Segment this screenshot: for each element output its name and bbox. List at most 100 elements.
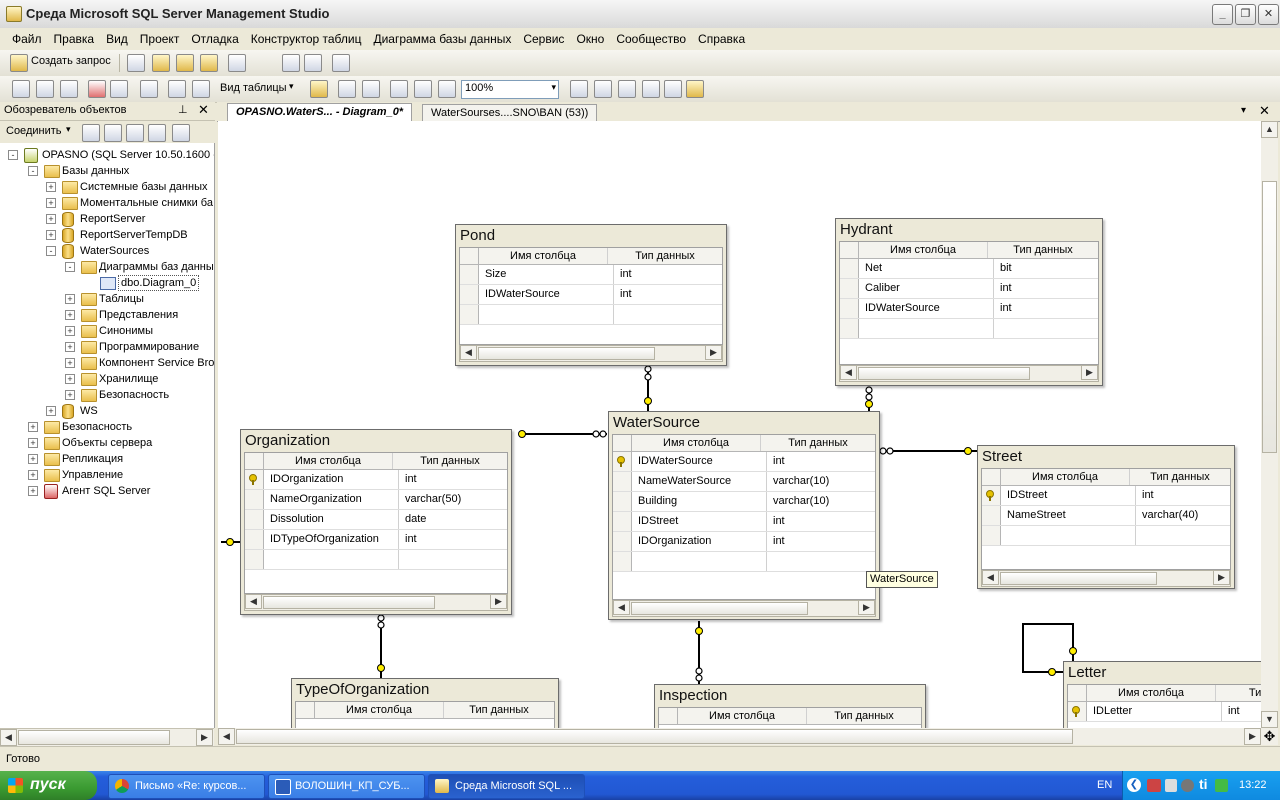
table-row[interactable] [245,550,507,570]
table-hydrant[interactable]: Hydrant Имя столбца Тип данных Net bit Cal… [835,218,1103,386]
expand-icon[interactable]: + [65,342,75,352]
column-grid[interactable]: Имя столбца Тип данных [295,701,555,728]
table-row[interactable]: IDStreet int [982,486,1230,506]
add-label-icon[interactable] [390,80,408,98]
properties-icon[interactable] [686,80,704,98]
autosize-icon[interactable] [310,80,328,98]
tree-node[interactable]: + ReportServerTempDB [0,227,214,243]
query-dmx-icon[interactable] [176,54,194,72]
table-hscroll[interactable]: ◀ ▶ [981,570,1231,587]
chevron-down-icon[interactable]: ▾ [1241,105,1246,116]
set-key-icon[interactable] [168,80,186,98]
tree-node[interactable]: - OPASNO (SQL Server 10.50.1600 - [0,147,214,163]
table-row[interactable]: IDWaterSource int [840,299,1098,319]
table-row[interactable] [840,319,1098,339]
table-row[interactable]: IDStreet int [613,512,875,532]
expand-icon[interactable]: + [46,214,56,224]
menu-help[interactable]: Справка [692,29,751,49]
check-constraints-icon[interactable] [664,80,682,98]
tree-node[interactable]: + Хранилище [0,371,214,387]
expand-icon[interactable]: + [65,390,75,400]
connect-icon[interactable] [82,124,100,142]
column-grid[interactable]: Имя столбца Тип данных IDWaterSource int N… [612,434,876,600]
tab-query[interactable]: WaterSourses....SNO\BAN (53)) [422,104,598,121]
chevron-down-icon[interactable]: ▾ [551,82,556,93]
menu-db-diagram[interactable]: Диаграмма базы данных [367,29,517,49]
xml-index-icon[interactable] [642,80,660,98]
table-row[interactable] [460,305,722,325]
expand-icon[interactable]: + [28,454,38,464]
collapse-icon[interactable]: - [65,262,75,272]
manage-index-icon[interactable] [438,80,456,98]
expand-icon[interactable]: + [65,326,75,336]
collapse-icon[interactable]: - [46,246,56,256]
query-mdx-icon[interactable] [152,54,170,72]
save-icon[interactable] [282,54,300,72]
table-row[interactable]: Size int [460,265,722,285]
tree-node[interactable]: dbo.Diagram_0 [0,275,214,291]
fulltext-icon[interactable] [618,80,636,98]
ti-icon[interactable]: ti [1199,776,1208,792]
table-row[interactable]: Building varchar(10) [613,492,875,512]
table-row[interactable]: Net bit [840,259,1098,279]
tray-arrow-icon[interactable]: ❮ [1127,778,1141,792]
menu-tools[interactable]: Сервис [517,29,570,49]
chevron-down-icon[interactable]: ▾ [66,124,71,135]
tree-node[interactable]: - Диаграммы баз данны [0,259,214,275]
expand-icon[interactable]: + [46,406,56,416]
collapse-icon[interactable]: - [28,166,38,176]
chevron-down-icon[interactable]: ▾ [289,81,294,92]
disconnect-icon[interactable] [104,124,122,142]
move-icon[interactable]: ✥ [1261,728,1278,745]
network-icon[interactable] [1147,779,1161,792]
security-icon[interactable] [1181,779,1194,792]
show-relationships-icon[interactable] [570,80,588,98]
menu-community[interactable]: Сообщество [610,29,692,49]
expand-icon[interactable]: + [65,294,75,304]
canvas-vscroll[interactable]: ▲ ▼ [1261,121,1278,728]
zoom-combobox[interactable]: 100% ▾ [461,80,559,99]
tab-diagram[interactable]: OPASNO.WaterS... - Diagram_0* [227,103,413,122]
maximize-button[interactable]: ❐ [1235,4,1256,25]
volume-icon[interactable] [1165,779,1177,792]
table-row[interactable]: IDLetter int [1068,702,1261,722]
table-row[interactable] [613,552,875,572]
table-hscroll[interactable]: ◀ ▶ [612,600,876,617]
column-grid[interactable]: Имя столбца Тип данных Net bit Caliber int … [839,241,1099,365]
table-row[interactable]: Dissolution date [245,510,507,530]
expand-icon[interactable]: + [28,422,38,432]
column-grid[interactable]: Имя столбца Тип данных Size int IDWaterSou… [459,247,723,345]
delete-table-icon[interactable] [88,80,106,98]
expand-icon[interactable]: + [46,182,56,192]
collapse-icon[interactable]: - [8,150,18,160]
new-table-icon[interactable] [12,80,30,98]
table-row[interactable] [982,526,1230,546]
stop-icon[interactable] [126,124,144,142]
language-indicator[interactable]: EN [1097,779,1112,791]
table-row[interactable]: NameOrganization varchar(50) [245,490,507,510]
menu-edit[interactable]: Правка [48,29,101,49]
table-inspection[interactable]: Inspection Имя столбца Тип данных [654,684,926,728]
tree-node[interactable]: + Объекты сервера [0,435,214,451]
tree-node[interactable]: + Представления [0,307,214,323]
new-query-button[interactable]: Создать запрос [31,55,111,67]
view-table-dropdown[interactable]: Вид таблицы [220,82,287,94]
table-row[interactable]: IDWaterSource int [460,285,722,305]
app-tray-icon[interactable] [1215,779,1228,792]
column-grid[interactable]: Имя столбца Тип данных IDOrganization int … [244,452,508,594]
filter-icon[interactable] [148,124,166,142]
table-watersource[interactable]: WaterSource Имя столбца Тип данных IDWate… [608,411,880,620]
tree-node[interactable]: + ReportServer [0,211,214,227]
menu-view[interactable]: Вид [100,29,134,49]
query-xmla-icon[interactable] [200,54,218,72]
table-row[interactable]: IDOrganization int [613,532,875,552]
title-bar[interactable]: Среда Microsoft SQL Server Management St… [0,0,1280,29]
menu-table-designer[interactable]: Конструктор таблиц [245,29,368,49]
taskbar-item-browser[interactable]: Письмо «Re: курсов... [108,774,265,799]
table-letter[interactable]: Letter Имя столбцаТип IDLetterint [1063,661,1261,728]
column-grid[interactable]: Имя столбца Тип данных IDStreet int NameSt… [981,468,1231,570]
table-hscroll[interactable]: ◀ ▶ [459,345,723,362]
tree-node[interactable]: + Системные базы данных [0,179,214,195]
add-table-icon[interactable] [36,80,54,98]
arrange-icon[interactable] [338,80,356,98]
